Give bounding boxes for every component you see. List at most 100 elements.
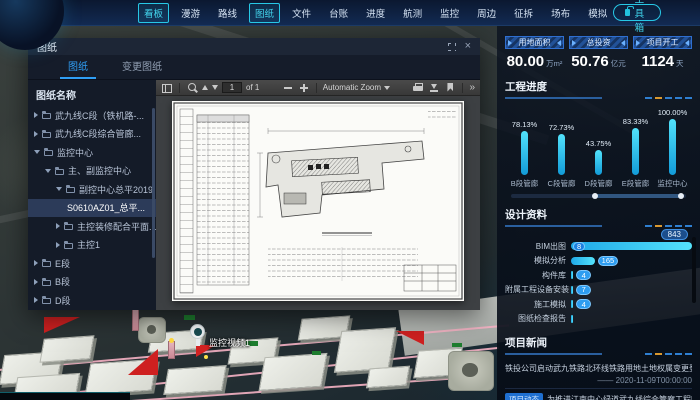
progress-bar [558, 134, 565, 175]
zoom-in-icon[interactable] [298, 82, 310, 94]
tree-item-4[interactable]: 主、副监控中心 [28, 162, 156, 181]
progress-bar-group: 78.13%B段管廊 [507, 105, 542, 189]
nav-item-5[interactable]: 文件 [286, 3, 317, 23]
tree-item-label: 主控1 [77, 238, 100, 251]
nav-item-6[interactable]: 台账 [323, 3, 354, 23]
chevron-right-icon[interactable] [34, 279, 38, 285]
nav-item-1[interactable]: 看板 [138, 3, 169, 23]
stat-value: 80.00 [507, 53, 545, 70]
nav-item-4[interactable]: 图纸 [249, 3, 280, 23]
design-scrollbar[interactable] [692, 237, 696, 303]
tree-item-6[interactable]: S0610AZ01_总平... [28, 199, 156, 218]
design-bar-track: 165 [571, 257, 692, 265]
design-row-label: 施工模拟 [505, 299, 571, 310]
nav-item-11[interactable]: 征拆 [508, 3, 539, 23]
chevron-right-icon[interactable] [34, 112, 38, 118]
chevron-right-icon[interactable] [34, 297, 38, 303]
camera-marker-label[interactable]: 监控视频1 [209, 336, 250, 349]
bookmark-icon[interactable] [444, 82, 456, 94]
stat-label: 总投资 [587, 37, 611, 48]
chevron-right-icon[interactable] [56, 242, 60, 248]
tree-item-3[interactable]: 监控中心 [28, 143, 156, 162]
pdf-page-area[interactable] [156, 96, 480, 310]
design-bar [571, 286, 573, 294]
folder-icon [55, 169, 64, 175]
nav-item-3[interactable]: 路线 [212, 3, 243, 23]
tree-scrollbar[interactable] [152, 108, 155, 258]
page-up-icon[interactable] [202, 85, 208, 90]
print-icon[interactable] [412, 82, 424, 94]
pink-column [168, 341, 175, 359]
chevron-right-icon[interactable] [34, 260, 38, 266]
search-icon[interactable] [186, 82, 198, 94]
design-bar [571, 257, 595, 265]
toolbox-button[interactable]: 工具箱 [613, 4, 661, 21]
section-progress: 工程进度 78.13%B段管廊72.73%C段管廊43.75%D段管廊83.33… [505, 79, 692, 198]
progress-bar-group: 43.75%D段管廊 [581, 105, 616, 189]
zoom-out-icon[interactable] [282, 82, 294, 94]
chevron-down-icon[interactable] [34, 150, 40, 154]
slider-handle[interactable] [678, 193, 684, 199]
page-number-input[interactable] [222, 82, 242, 93]
tree-item-5[interactable]: 副控中心总平2019... [28, 180, 156, 199]
nav-item-10[interactable]: 周边 [471, 3, 502, 23]
chevron-right-icon[interactable] [56, 223, 60, 229]
zoom-value: Automatic Zoom [323, 83, 381, 92]
model-3d-scene[interactable]: 监控视频1 [0, 295, 520, 400]
news-item[interactable]: 项目动态为推进江南中心绿道武九线综合管廊工程PPP项目股权市城建局组织召开江南中… [505, 389, 692, 400]
folder-icon [66, 187, 75, 193]
progress-bar-group: 72.73%C段管廊 [544, 105, 579, 189]
tree-item-2[interactable]: 武九线C段综合管廊... [28, 125, 156, 144]
nav-item-12[interactable]: 场布 [545, 3, 576, 23]
tree-item-label: 武九线C段（铁机路-... [55, 109, 144, 122]
chart-zoom-slider[interactable] [511, 194, 686, 198]
model-box [258, 353, 327, 391]
drawing-sheet [172, 101, 464, 301]
nav-item-2[interactable]: 漫游 [175, 3, 206, 23]
tree-item-1[interactable]: 武九线C段（铁机路-... [28, 106, 156, 125]
pink-column [132, 307, 139, 331]
bar-badge: 8 [573, 242, 585, 251]
red-marker [128, 349, 158, 375]
model-tower [448, 351, 494, 391]
tree-item-9[interactable]: E段 [28, 254, 156, 273]
news-item[interactable]: 铁投公司启动武九铁路北环线铁路用地土地权属变更登记工作—— 2020-11-09… [505, 358, 692, 389]
chevron-right-icon[interactable] [34, 131, 38, 137]
tab-changed-drawings[interactable]: 变更图纸 [122, 58, 162, 79]
stats-row: 用地面积 80.00万m² 总投资 50.76亿元 项目开工 1124天 [505, 36, 692, 70]
nav-item-9[interactable]: 监控 [434, 3, 465, 23]
tree-item-8[interactable]: 主控1 [28, 236, 156, 255]
toolbar-more-icon[interactable]: » [469, 83, 475, 93]
drawing-tree: 武九线C段（铁机路-... 武九线C段综合管廊... 监控中心主、副监控中心副控中心… [28, 106, 156, 310]
tab-drawings[interactable]: 图纸 [68, 58, 88, 79]
section-title: 设计资料 [505, 207, 692, 222]
page-down-icon[interactable] [212, 85, 218, 90]
nav-item-8[interactable]: 航测 [397, 3, 428, 23]
section-divider [505, 353, 692, 355]
news-title: 为推进江南中心绿道武九线综合管廊工程PPP项目股权 [547, 393, 692, 400]
nav-item-13[interactable]: 模拟 [582, 3, 613, 23]
tree-item-7[interactable]: 主控装修配合平面... [28, 217, 156, 236]
model-box [163, 365, 227, 395]
slider-range[interactable] [595, 194, 681, 198]
sidebar-toggle-icon[interactable] [161, 82, 173, 94]
chevron-down-icon[interactable] [45, 169, 51, 173]
nav-item-7[interactable]: 进度 [360, 3, 391, 23]
zoom-select[interactable]: Automatic Zoom [323, 83, 390, 92]
model-box [334, 327, 396, 373]
design-bar [571, 271, 573, 279]
tree-item-11[interactable]: D段 [28, 291, 156, 310]
red-marker [44, 317, 80, 333]
folder-icon [64, 224, 73, 230]
camera-marker-icon[interactable] [190, 324, 205, 339]
close-icon[interactable]: × [465, 41, 471, 52]
expand-icon[interactable] [448, 43, 456, 51]
tree-item-label: E段 [55, 257, 70, 270]
stat-land-area: 用地面积 80.00万m² [505, 36, 564, 70]
slider-handle[interactable] [592, 193, 598, 199]
download-icon[interactable] [428, 82, 440, 94]
tree-item-10[interactable]: B段 [28, 273, 156, 292]
tree-item-label: 监控中心 [57, 146, 93, 159]
chevron-down-icon[interactable] [56, 187, 62, 191]
yellow-dot [204, 355, 208, 359]
